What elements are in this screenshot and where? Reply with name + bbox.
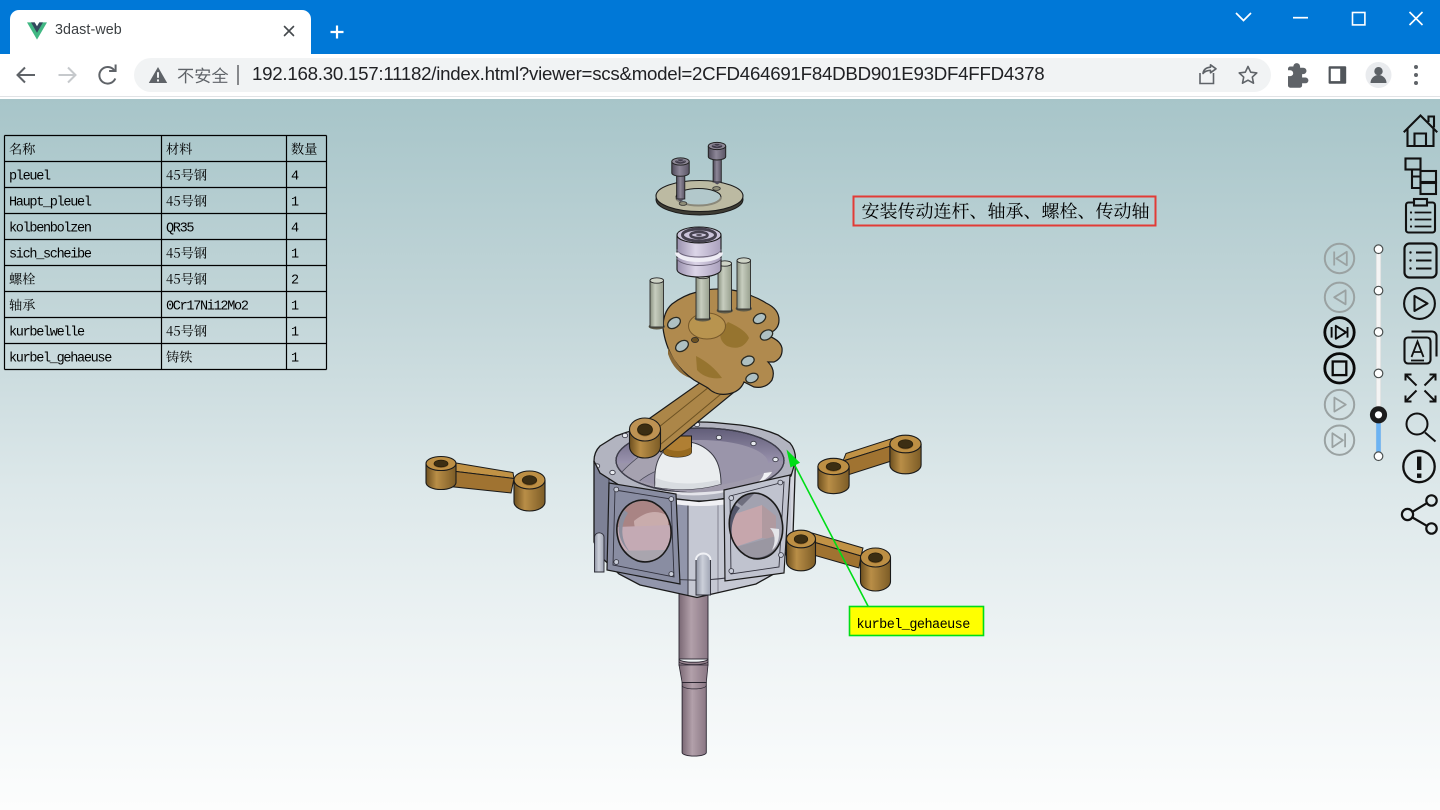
svg-text:1: 1 [291,352,299,367]
svg-text:QR35: QR35 [166,222,194,237]
svg-text:pleuel: pleuel [9,170,51,185]
svg-text:Haupt_pleuel: Haupt_pleuel [9,196,92,211]
svg-text:4: 4 [291,222,299,237]
svg-text:kurbel_gehaeuse: kurbel_gehaeuse [9,352,112,367]
svg-text:kurbel_gehaeuse: kurbel_gehaeuse [857,618,971,633]
svg-text:kurbelwelle: kurbelwelle [9,326,85,341]
svg-text:1: 1 [291,300,299,315]
svg-text:1: 1 [291,326,299,341]
svg-text:4: 4 [291,170,299,185]
svg-text:2: 2 [291,274,299,289]
svg-text:0Cr17Ni12Mo2: 0Cr17Ni12Mo2 [166,300,249,315]
svg-text:1: 1 [291,248,299,263]
svg-text:sich_scheibe: sich_scheibe [9,248,92,263]
svg-text:1: 1 [291,196,299,211]
svg-text:kolbenbolzen: kolbenbolzen [9,222,91,237]
